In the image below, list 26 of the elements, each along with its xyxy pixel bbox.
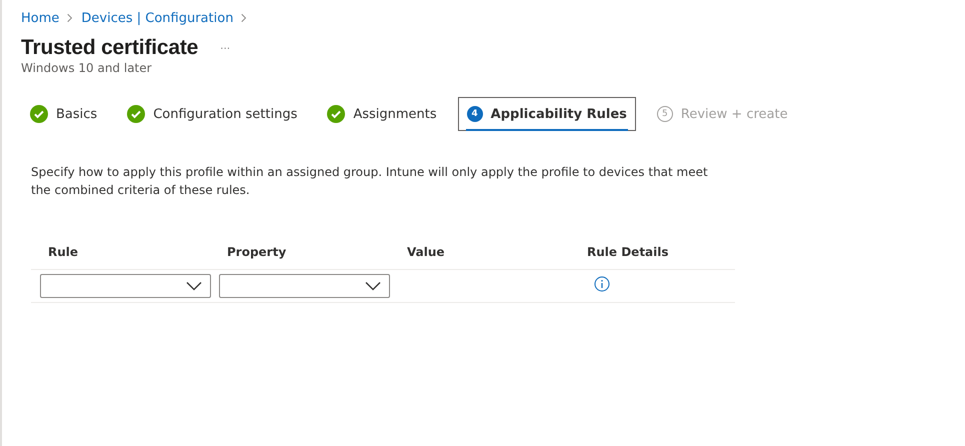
- chevron-icon: [241, 13, 248, 23]
- dropdown-field[interactable]: [219, 274, 390, 298]
- column-header: Rule: [47, 245, 80, 259]
- wizard-step-tab[interactable]: Configuration settings: [118, 97, 306, 131]
- page-subtitle: Windows 10 and later: [21, 61, 153, 75]
- dropdown-field[interactable]: [40, 274, 211, 298]
- wizard-step-tab[interactable]: 4 Applicability Rules: [458, 97, 636, 131]
- wizard-step-tab[interactable]: Basics: [21, 97, 106, 131]
- step-number: 4: [466, 106, 483, 122]
- checkmark-icon: [127, 105, 146, 123]
- column-header: Property: [226, 245, 288, 259]
- column-header: Value: [406, 245, 446, 259]
- breadcrumb-link[interactable]: Home: [21, 10, 60, 26]
- chevron-down-icon: [186, 281, 202, 291]
- checkmark-icon: [30, 105, 48, 123]
- more-button[interactable]: ···: [220, 42, 230, 54]
- wizard-step-tab[interactable]: Assignments: [318, 97, 446, 131]
- breadcrumb-link[interactable]: Devices | Configuration: [81, 10, 234, 26]
- column-header: Rule Details: [586, 245, 670, 259]
- checkmark-icon: [327, 105, 346, 123]
- description-text: Specify how to apply this profile within an assigned group. Intune will only apply the profile to devices that meet the combined criteria of these rules.: [31, 164, 709, 199]
- chevron-icon: [67, 13, 74, 23]
- step-number: 5: [656, 106, 673, 122]
- chevron-down-icon: [365, 281, 381, 291]
- info-icon[interactable]: [594, 276, 610, 292]
- page-title: Trusted certificate: [21, 36, 198, 60]
